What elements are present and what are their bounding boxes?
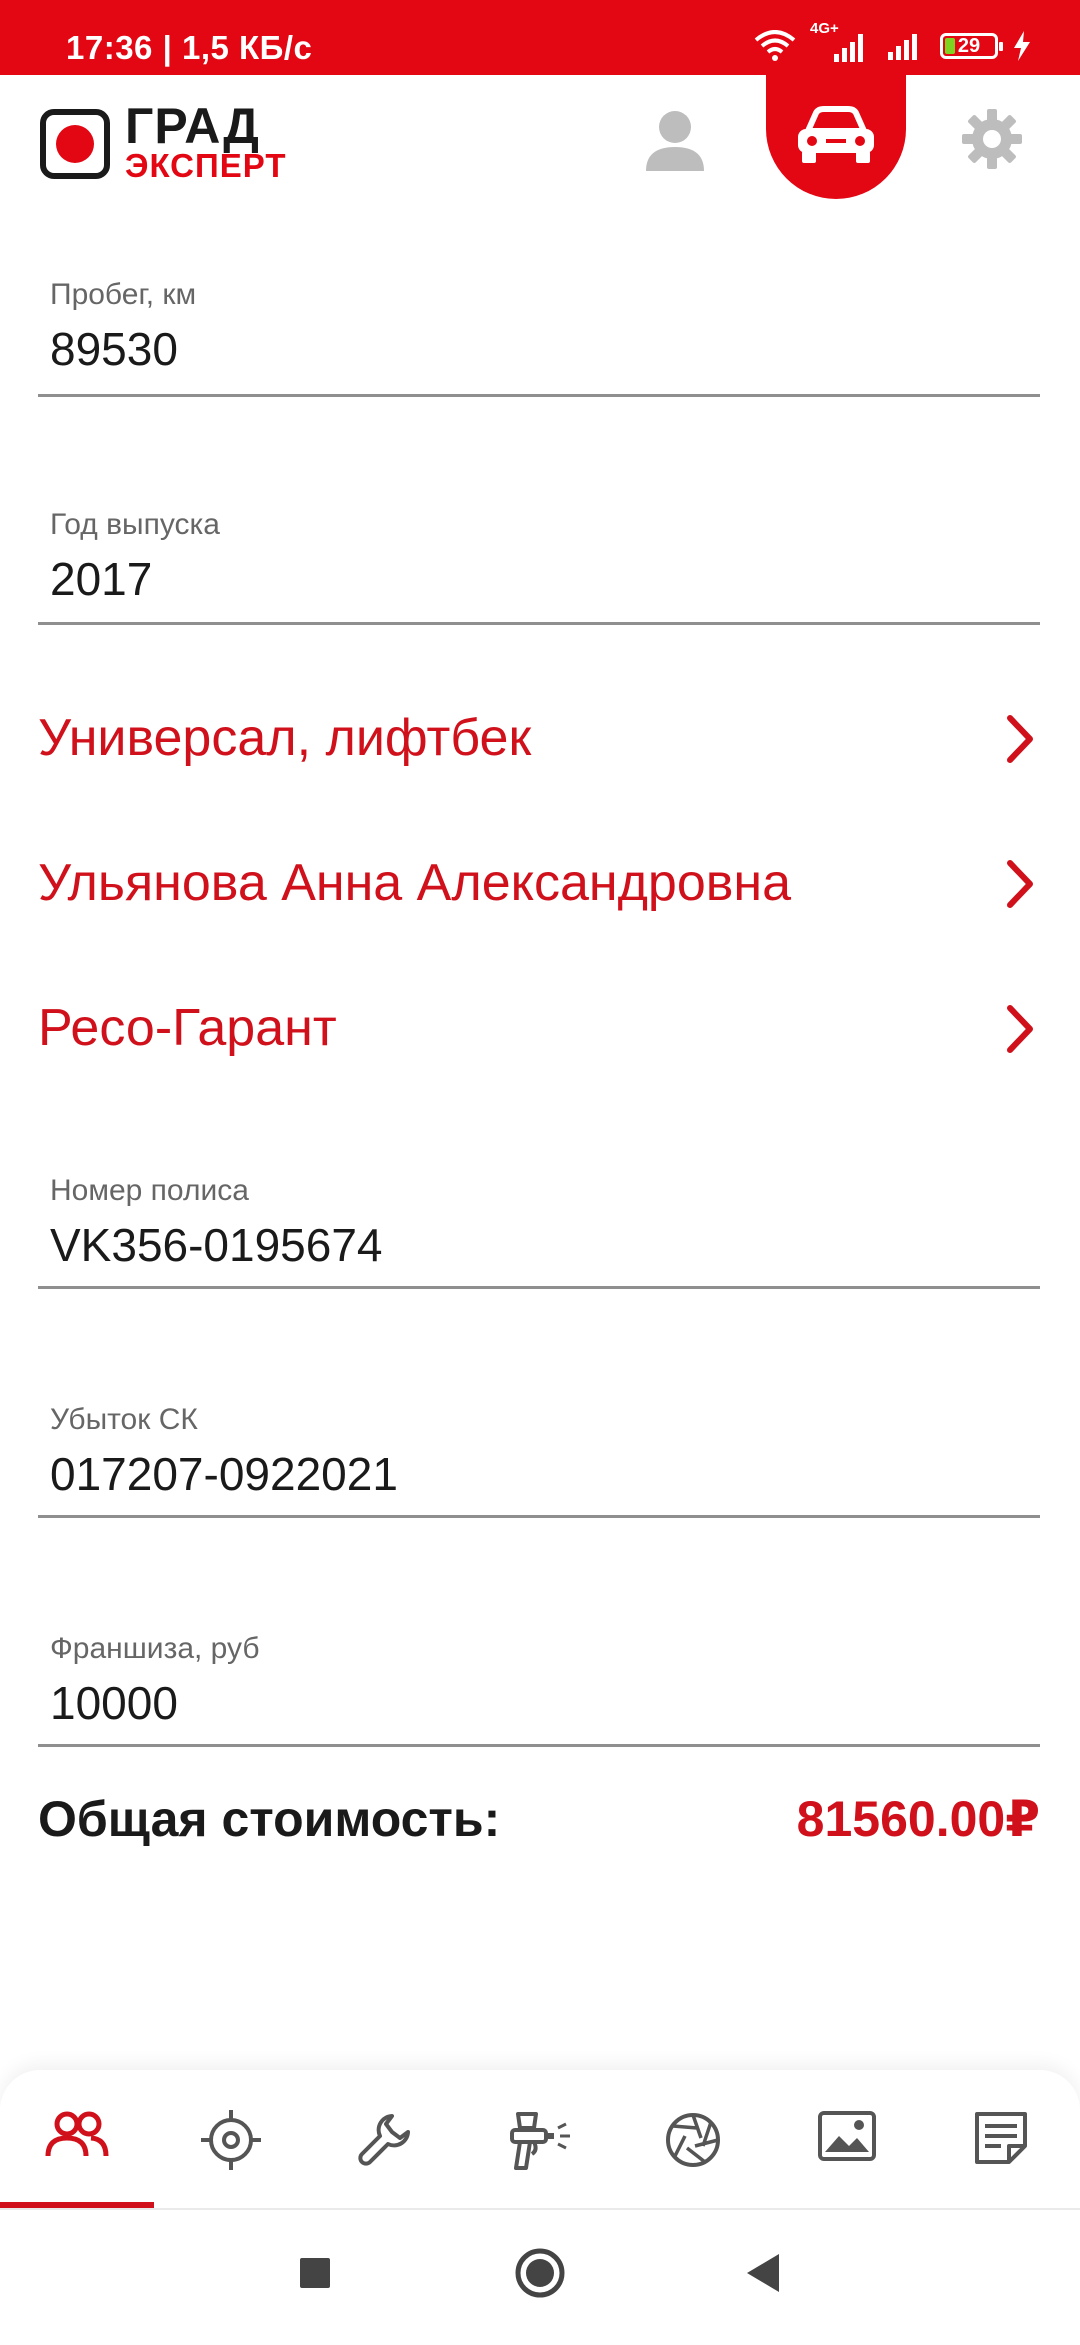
- nav-participants[interactable]: [0, 2070, 154, 2210]
- battery-icon: 29: [940, 33, 1003, 59]
- mileage-field[interactable]: Пробег, км 89530: [38, 278, 1040, 397]
- user-icon: [646, 111, 704, 171]
- year-label: Год выпуска: [50, 508, 220, 541]
- year-field[interactable]: Год выпуска 2017: [38, 508, 1040, 625]
- mileage-label: Пробег, км: [50, 278, 197, 311]
- deductible-value: 10000: [50, 1677, 178, 1729]
- total-cost-label: Общая стоимость:: [38, 1791, 501, 1847]
- app-header: ГРАД ЭКСПЕРТ: [0, 73, 1080, 205]
- mileage-value: 89530: [50, 323, 178, 375]
- gear-icon: [962, 109, 1022, 169]
- target-icon: [201, 2110, 261, 2170]
- nav-notes[interactable]: [924, 2070, 1078, 2210]
- home-button[interactable]: [490, 2210, 590, 2340]
- insurer-row[interactable]: Ресо-Гарант: [38, 990, 1040, 1070]
- profile-button[interactable]: [640, 105, 710, 175]
- deductible-label: Франшиза, руб: [50, 1632, 260, 1665]
- chevron-right-icon: [1007, 860, 1033, 908]
- total-cost-value: 81560.00₽: [796, 1791, 1040, 1847]
- loss-number-field[interactable]: Убыток СК 017207-0922021: [38, 1403, 1040, 1518]
- nav-repair[interactable]: [308, 2070, 462, 2210]
- logo-mark-icon: [40, 109, 110, 179]
- body-type-row[interactable]: Универсал, лифтбек: [38, 700, 1040, 780]
- loss-number-value: 017207-0922021: [50, 1448, 398, 1500]
- system-navigation-bar: [0, 2210, 1080, 2340]
- insurer-label: Ресо-Гарант: [38, 999, 337, 1057]
- total-cost-row: Общая стоимость: 81560.00₽: [38, 1790, 1040, 1860]
- back-icon: [747, 2254, 779, 2292]
- policy-number-label: Номер полиса: [50, 1174, 249, 1207]
- nav-photo-camera[interactable]: [616, 2070, 770, 2210]
- logo-text-top: ГРАД: [125, 98, 260, 154]
- recents-icon: [300, 2258, 330, 2288]
- owner-row[interactable]: Ульянова Анна Александровна: [38, 845, 1040, 925]
- year-value: 2017: [50, 553, 153, 605]
- notes-icon: [975, 2112, 1027, 2164]
- nav-damage-points[interactable]: [154, 2070, 308, 2210]
- cell-signal-1-icon: 4G+: [810, 20, 872, 66]
- image-icon: [818, 2111, 876, 2161]
- aperture-icon: [666, 2113, 720, 2167]
- nav-gallery[interactable]: [770, 2070, 924, 2210]
- status-time-speed: 17:36 | 1,5 КБ/с: [66, 29, 313, 66]
- status-bar: 17:36 | 1,5 КБ/с 4G+ 29: [0, 0, 1080, 75]
- car-icon: [798, 106, 874, 163]
- car-tab-button[interactable]: [766, 73, 906, 199]
- settings-button[interactable]: [960, 107, 1030, 177]
- wifi-icon: [754, 30, 796, 61]
- cell-signal-2-icon: [888, 34, 917, 60]
- deductible-field[interactable]: Франшиза, руб 10000: [38, 1632, 1040, 1747]
- home-icon: [515, 2248, 565, 2298]
- nav-painting[interactable]: [462, 2070, 616, 2210]
- chevron-right-icon: [1007, 1005, 1033, 1053]
- policy-number-field[interactable]: Номер полиса VK356-0195674: [38, 1174, 1040, 1289]
- charging-icon: [1014, 31, 1030, 61]
- logo-text-bottom: ЭКСПЕРТ: [125, 147, 287, 184]
- body-type-label: Универсал, лифтбек: [38, 709, 532, 767]
- grad-expert-logo: ГРАД ЭКСПЕРТ: [40, 101, 305, 185]
- wrench-icon: [358, 2114, 410, 2166]
- battery-level: 29: [957, 35, 981, 57]
- back-button[interactable]: [715, 2210, 815, 2340]
- people-icon: [45, 2111, 109, 2157]
- chevron-right-icon: [1007, 715, 1033, 763]
- recents-button[interactable]: [265, 2210, 365, 2340]
- spray-gun-icon: [510, 2112, 570, 2170]
- policy-number-value: VK356-0195674: [50, 1219, 383, 1271]
- loss-number-label: Убыток СК: [50, 1403, 198, 1436]
- bottom-navigation: [0, 2070, 1080, 2210]
- owner-label: Ульянова Анна Александровна: [38, 854, 792, 912]
